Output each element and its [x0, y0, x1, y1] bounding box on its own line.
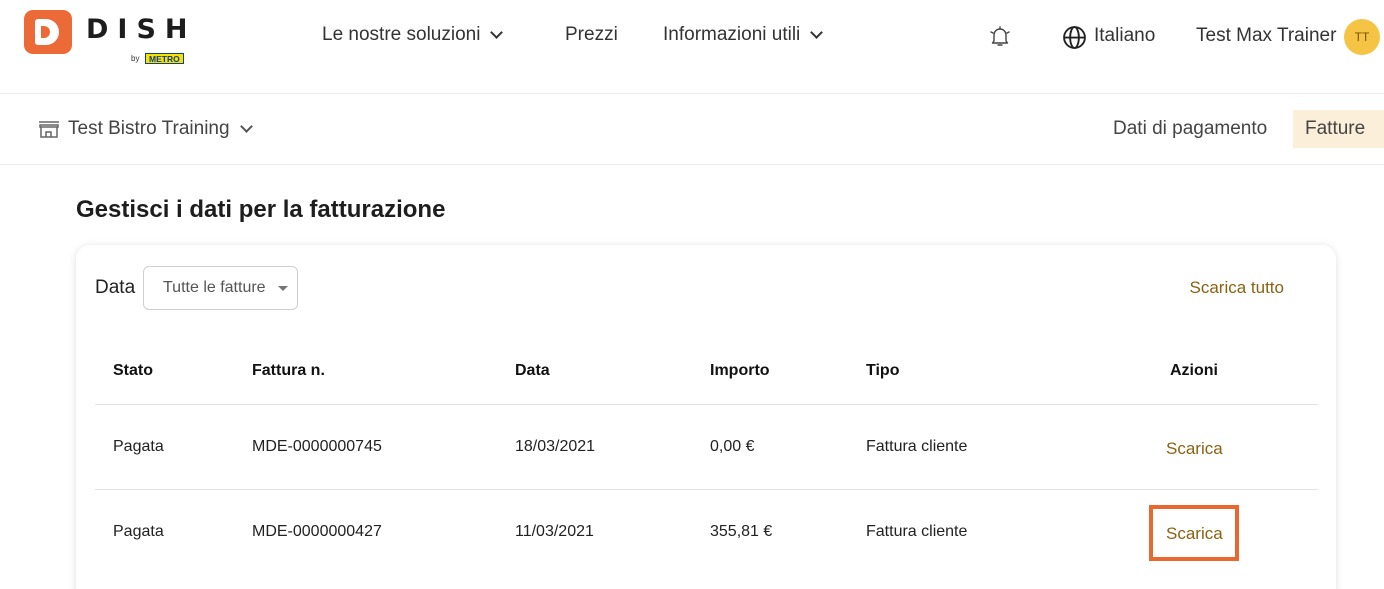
row-status: Pagata — [113, 523, 164, 540]
highlight-box — [1149, 505, 1239, 561]
brand-by: by — [131, 54, 140, 63]
bell-icon[interactable] — [988, 24, 1012, 48]
row-invoice-number: MDE-0000000745 — [252, 438, 382, 455]
date-filter-label: Data — [95, 277, 136, 298]
row-type: Fattura cliente — [866, 438, 968, 455]
nav-useful-info[interactable]: Informazioni utili — [663, 24, 824, 46]
tab-invoices[interactable]: Fatture — [1293, 110, 1384, 148]
chevron-down-icon — [490, 26, 504, 39]
store-name: Test Bistro Training — [68, 118, 230, 139]
brand-name: DISH — [86, 14, 197, 45]
download-invoice-button[interactable]: Scarica — [1166, 439, 1223, 459]
date-filter-select[interactable]: Tutte le fatture — [143, 266, 298, 310]
row-invoice-number: MDE-0000000427 — [252, 523, 382, 540]
row-date: 18/03/2021 — [515, 438, 596, 455]
caret-down-icon — [278, 286, 288, 291]
divider — [95, 489, 1318, 490]
divider — [95, 404, 1318, 405]
store-selector[interactable]: Test Bistro Training — [38, 118, 253, 140]
top-navigation: DISH by METRO Le nostre soluzioni Prezzi… — [0, 0, 1384, 94]
nav-prices-label: Prezzi — [565, 24, 618, 45]
invoices-card: Data Tutte le fatture Scarica tutto Stat… — [76, 245, 1336, 589]
nav-solutions-label: Le nostre soluzioni — [322, 24, 481, 45]
column-header-date: Data — [515, 362, 550, 379]
column-header-amount: Importo — [710, 362, 770, 379]
nav-solutions[interactable]: Le nostre soluzioni — [322, 24, 504, 46]
download-all-link[interactable]: Scarica tutto — [1190, 278, 1285, 298]
dish-logo-mark — [24, 10, 72, 54]
user-name[interactable]: Test Max Trainer — [1196, 25, 1336, 47]
metro-badge: METRO — [145, 53, 184, 64]
store-icon — [39, 121, 59, 138]
row-status: Pagata — [113, 438, 164, 455]
chevron-down-icon — [810, 26, 824, 39]
row-type: Fattura cliente — [866, 523, 968, 540]
nav-useful-info-label: Informazioni utili — [663, 24, 801, 45]
tab-payment-data[interactable]: Dati di pagamento — [1101, 110, 1279, 148]
globe-icon[interactable] — [1062, 25, 1087, 50]
avatar[interactable]: TT — [1344, 19, 1380, 55]
row-amount: 355,81 € — [710, 523, 773, 540]
row-date: 11/03/2021 — [515, 523, 594, 540]
page-title: Gestisci i dati per la fatturazione — [76, 196, 446, 223]
column-header-status: Stato — [113, 362, 153, 379]
dish-logo[interactable]: DISH by METRO — [24, 10, 194, 70]
column-header-type: Tipo — [866, 362, 900, 379]
store-bar: Test Bistro Training Dati di pagamento F… — [0, 94, 1384, 165]
row-amount: 0,00 € — [710, 438, 755, 455]
date-filter-value: Tutte le fatture — [163, 279, 266, 296]
language-selector[interactable]: Italiano — [1094, 25, 1155, 47]
column-header-actions: Azioni — [1170, 362, 1218, 379]
column-header-invoice-number: Fattura n. — [252, 362, 325, 379]
nav-prices[interactable]: Prezzi — [565, 24, 618, 46]
chevron-down-icon — [239, 120, 253, 133]
